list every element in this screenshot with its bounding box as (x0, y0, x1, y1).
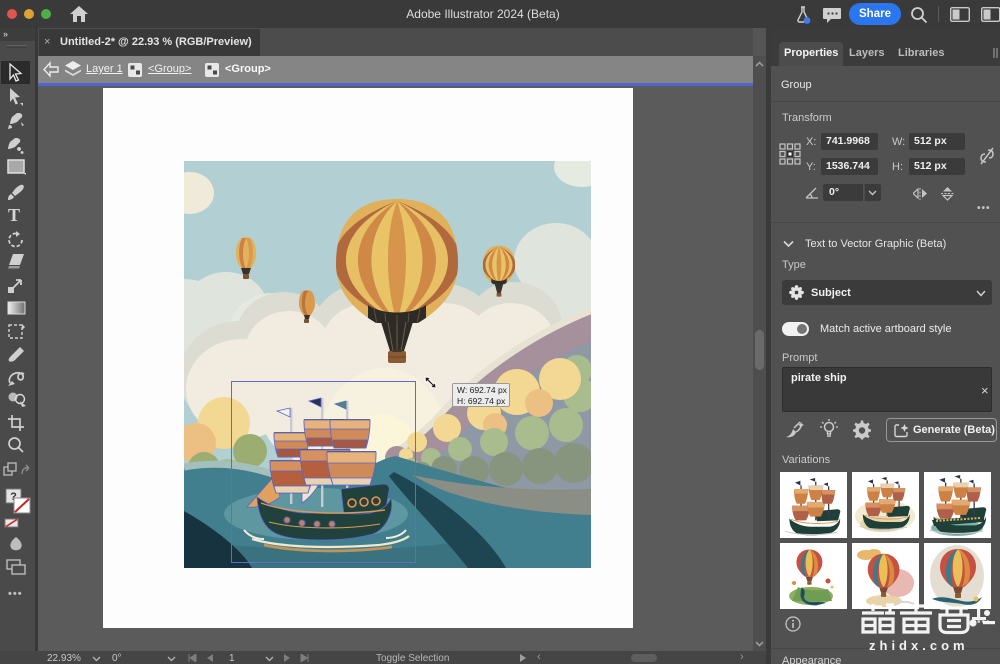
svg-text:zhidx.com: zhidx.com (869, 638, 969, 653)
